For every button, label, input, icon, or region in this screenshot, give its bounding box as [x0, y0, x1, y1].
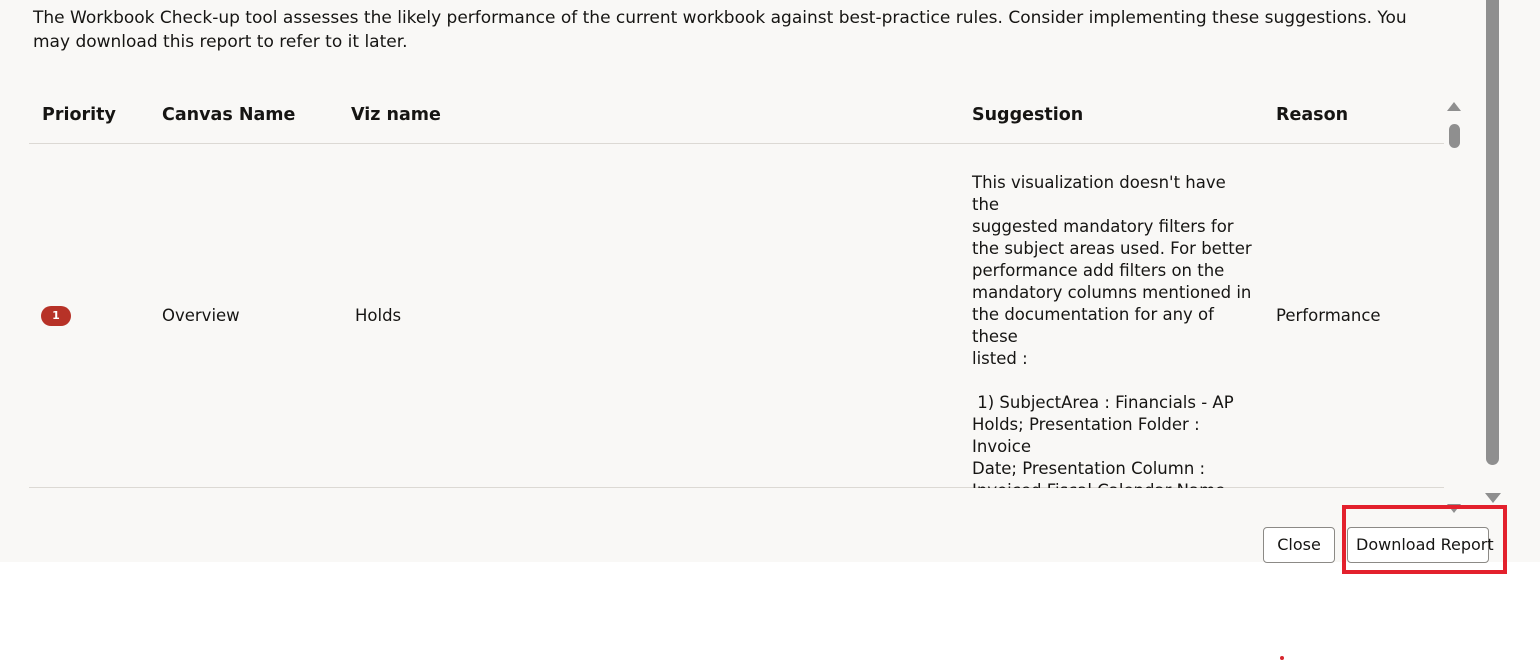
suggestion-cell: This visualization doesn't have the sugg… [972, 173, 1252, 488]
scroll-up-arrow-icon[interactable] [1447, 102, 1461, 111]
dialog-scroll-down-arrow-icon[interactable] [1485, 493, 1501, 503]
priority-badge: 1 [41, 306, 71, 326]
table-scrollbar[interactable] [1444, 92, 1466, 513]
header-suggestion[interactable]: Suggestion [972, 105, 1083, 125]
dialog-scrollbar[interactable] [1480, 0, 1504, 510]
header-canvas-name[interactable]: Canvas Name [162, 105, 295, 125]
canvas-name-cell: Overview [162, 306, 240, 325]
close-button[interactable]: Close [1263, 527, 1335, 563]
checkup-table: Priority Canvas Name Viz name Suggestion… [29, 92, 1444, 488]
header-priority[interactable]: Priority [42, 105, 116, 125]
download-report-highlight-box [1342, 505, 1507, 574]
viz-name-cell: Holds [355, 306, 402, 325]
intro-text: The Workbook Check-up tool assesses the … [33, 8, 1407, 52]
cursor-dot [1280, 656, 1284, 660]
header-reason[interactable]: Reason [1276, 105, 1348, 125]
table-row[interactable]: 1 Overview Holds This visualization does… [29, 144, 1444, 488]
table-header: Priority Canvas Name Viz name Suggestion… [29, 92, 1444, 144]
table-scrollbar-thumb[interactable] [1449, 124, 1460, 148]
dialog-scrollbar-thumb[interactable] [1486, 0, 1499, 465]
reason-cell: Performance [1276, 306, 1381, 325]
workbook-checkup-dialog: The Workbook Check-up tool assesses the … [0, 0, 1540, 563]
header-viz-name[interactable]: Viz name [351, 105, 441, 125]
